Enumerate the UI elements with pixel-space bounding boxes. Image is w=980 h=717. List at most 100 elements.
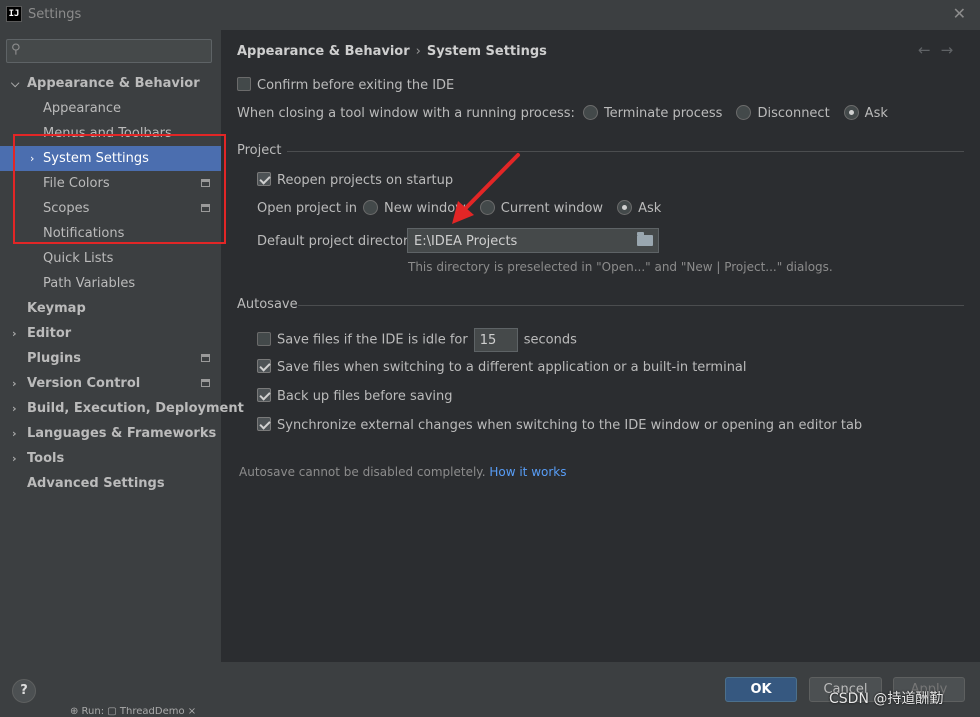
run-tool-window-strip: ⊕ Run: ▢ ThreadDemo ×	[70, 707, 197, 717]
intellij-logo-icon: IJ	[6, 6, 22, 22]
how-it-works-link[interactable]: How it works	[489, 465, 566, 479]
ask-option[interactable]: Ask	[843, 105, 888, 121]
breadcrumb-separator: ›	[415, 44, 421, 59]
reopen-projects-option[interactable]: Reopen projects on startup	[257, 172, 453, 190]
project-separator	[287, 151, 964, 152]
seconds-label: seconds	[523, 332, 577, 348]
sidebar-item-label: Advanced Settings	[27, 476, 165, 491]
project-ask-radio[interactable]	[617, 200, 633, 215]
sidebar-item-system-settings[interactable]: › System Settings	[0, 146, 221, 171]
sidebar-item-menus-toolbars[interactable]: Menus and Toolbars	[0, 121, 221, 146]
breadcrumb-parent[interactable]: Appearance & Behavior	[237, 44, 410, 59]
disconnect-radio[interactable]	[736, 105, 752, 120]
sync-external-checkbox[interactable]	[257, 417, 271, 431]
sidebar-item-label: Plugins	[27, 351, 81, 366]
ask-label: Ask	[864, 106, 888, 121]
terminate-process-option[interactable]: Terminate process	[582, 105, 723, 121]
project-level-icon	[201, 204, 210, 212]
settings-search-box[interactable]: ⚲	[6, 39, 212, 63]
default-directory-field[interactable]	[407, 228, 659, 253]
sidebar-item-editor[interactable]: › Editor	[0, 321, 221, 346]
chevron-right-icon: ›	[12, 377, 17, 390]
chevron-right-icon: ›	[12, 402, 17, 415]
ok-button[interactable]: OK	[725, 677, 797, 702]
chevron-right-icon: ›	[12, 327, 17, 340]
sidebar-item-label: File Colors	[43, 176, 110, 191]
current-window-option[interactable]: Current window	[479, 200, 603, 216]
help-button[interactable]: ?	[12, 679, 36, 703]
confirm-exit-option[interactable]: Confirm before exiting the IDE	[237, 77, 454, 95]
breadcrumb: Appearance & Behavior › System Settings	[237, 44, 547, 59]
idle-seconds-input[interactable]	[479, 332, 514, 348]
sidebar-item-advanced-settings[interactable]: Advanced Settings	[0, 471, 221, 496]
idle-seconds-field[interactable]	[473, 328, 518, 352]
sidebar-item-label: Version Control	[27, 376, 141, 391]
settings-sidebar: ⚲ ⌵ Appearance & Behavior Appearance Men…	[0, 30, 244, 662]
navigation-arrows: ←→	[918, 41, 963, 59]
sidebar-item-label: Path Variables	[43, 276, 136, 291]
forward-arrow-icon[interactable]: →	[941, 41, 964, 59]
sidebar-item-version-control[interactable]: › Version Control	[0, 371, 221, 396]
sidebar-item-file-colors[interactable]: File Colors	[0, 171, 221, 196]
folder-browse-icon[interactable]	[637, 232, 653, 246]
sidebar-item-appearance-behavior[interactable]: ⌵ Appearance & Behavior	[0, 71, 221, 96]
terminate-process-label: Terminate process	[603, 106, 723, 121]
sidebar-item-label: Editor	[27, 326, 72, 341]
save-idle-option: Save files if the IDE is idle for seconds	[257, 328, 577, 352]
project-ask-label: Ask	[638, 201, 662, 216]
sidebar-item-build-execution[interactable]: › Build, Execution, Deployment	[0, 396, 244, 421]
new-window-option[interactable]: New window	[362, 200, 466, 216]
default-directory-label: Default project directory:	[257, 234, 420, 249]
sidebar-item-plugins[interactable]: Plugins	[0, 346, 221, 371]
close-icon[interactable]: ✕	[953, 4, 966, 23]
sidebar-item-label: Scopes	[43, 201, 90, 216]
sidebar-item-label: Keymap	[27, 301, 86, 316]
ask-radio[interactable]	[843, 105, 859, 120]
default-directory-input[interactable]	[414, 232, 624, 250]
sidebar-item-keymap[interactable]: Keymap	[0, 296, 221, 321]
sidebar-item-label: Tools	[27, 451, 65, 466]
sidebar-item-tools[interactable]: › Tools	[0, 446, 221, 471]
csdn-watermark: CSDN @持道酬勤	[829, 691, 944, 707]
open-project-label: Open project in	[257, 201, 357, 216]
directory-hint: This directory is preselected in "Open..…	[408, 260, 833, 274]
sync-external-label: Synchronize external changes when switch…	[277, 418, 863, 433]
confirm-exit-checkbox[interactable]	[237, 77, 251, 91]
sidebar-item-appearance[interactable]: Appearance	[0, 96, 221, 121]
confirm-exit-label: Confirm before exiting the IDE	[257, 78, 455, 93]
autosave-note: Autosave cannot be disabled completely. …	[239, 465, 566, 479]
sync-external-option[interactable]: Synchronize external changes when switch…	[257, 417, 862, 435]
closing-tool-window-row: When closing a tool window with a runnin…	[237, 105, 902, 123]
sidebar-item-notifications[interactable]: Notifications	[0, 221, 221, 246]
backup-files-label: Back up files before saving	[277, 389, 453, 404]
sidebar-item-label: Build, Execution, Deployment	[27, 401, 244, 416]
search-input[interactable]	[31, 42, 206, 60]
sidebar-item-path-variables[interactable]: Path Variables	[0, 271, 221, 296]
new-window-label: New window	[383, 201, 466, 216]
back-arrow-icon[interactable]: ←	[918, 41, 941, 59]
autosave-note-text: Autosave cannot be disabled completely.	[239, 465, 486, 479]
current-window-radio[interactable]	[479, 200, 495, 215]
sidebar-item-label: Languages & Frameworks	[27, 426, 217, 441]
save-on-switch-label: Save files when switching to a different…	[277, 360, 747, 375]
backup-files-option[interactable]: Back up files before saving	[257, 388, 453, 406]
settings-content-panel: Appearance & Behavior › System Settings ←→…	[221, 30, 980, 662]
terminate-process-radio[interactable]	[582, 105, 598, 120]
closing-label: When closing a tool window with a runnin…	[237, 106, 575, 121]
sidebar-item-label: Notifications	[43, 226, 125, 241]
sidebar-item-languages-frameworks[interactable]: › Languages & Frameworks	[0, 421, 221, 446]
project-ask-option[interactable]: Ask	[617, 200, 662, 216]
sidebar-item-quick-lists[interactable]: Quick Lists	[0, 246, 221, 271]
new-window-radio[interactable]	[362, 200, 378, 215]
save-idle-checkbox[interactable]	[257, 331, 271, 346]
reopen-projects-checkbox[interactable]	[257, 172, 271, 186]
sidebar-item-scopes[interactable]: Scopes	[0, 196, 221, 221]
save-on-switch-option[interactable]: Save files when switching to a different…	[257, 359, 747, 377]
backup-files-checkbox[interactable]	[257, 388, 271, 402]
window-title: Settings	[28, 7, 82, 22]
open-project-in-row: Open project in New window Current window A…	[257, 200, 675, 218]
chevron-right-icon: ›	[12, 427, 17, 440]
autosave-section-title: Autosave	[237, 297, 298, 312]
disconnect-option[interactable]: Disconnect	[736, 105, 830, 121]
save-on-switch-checkbox[interactable]	[257, 359, 271, 373]
